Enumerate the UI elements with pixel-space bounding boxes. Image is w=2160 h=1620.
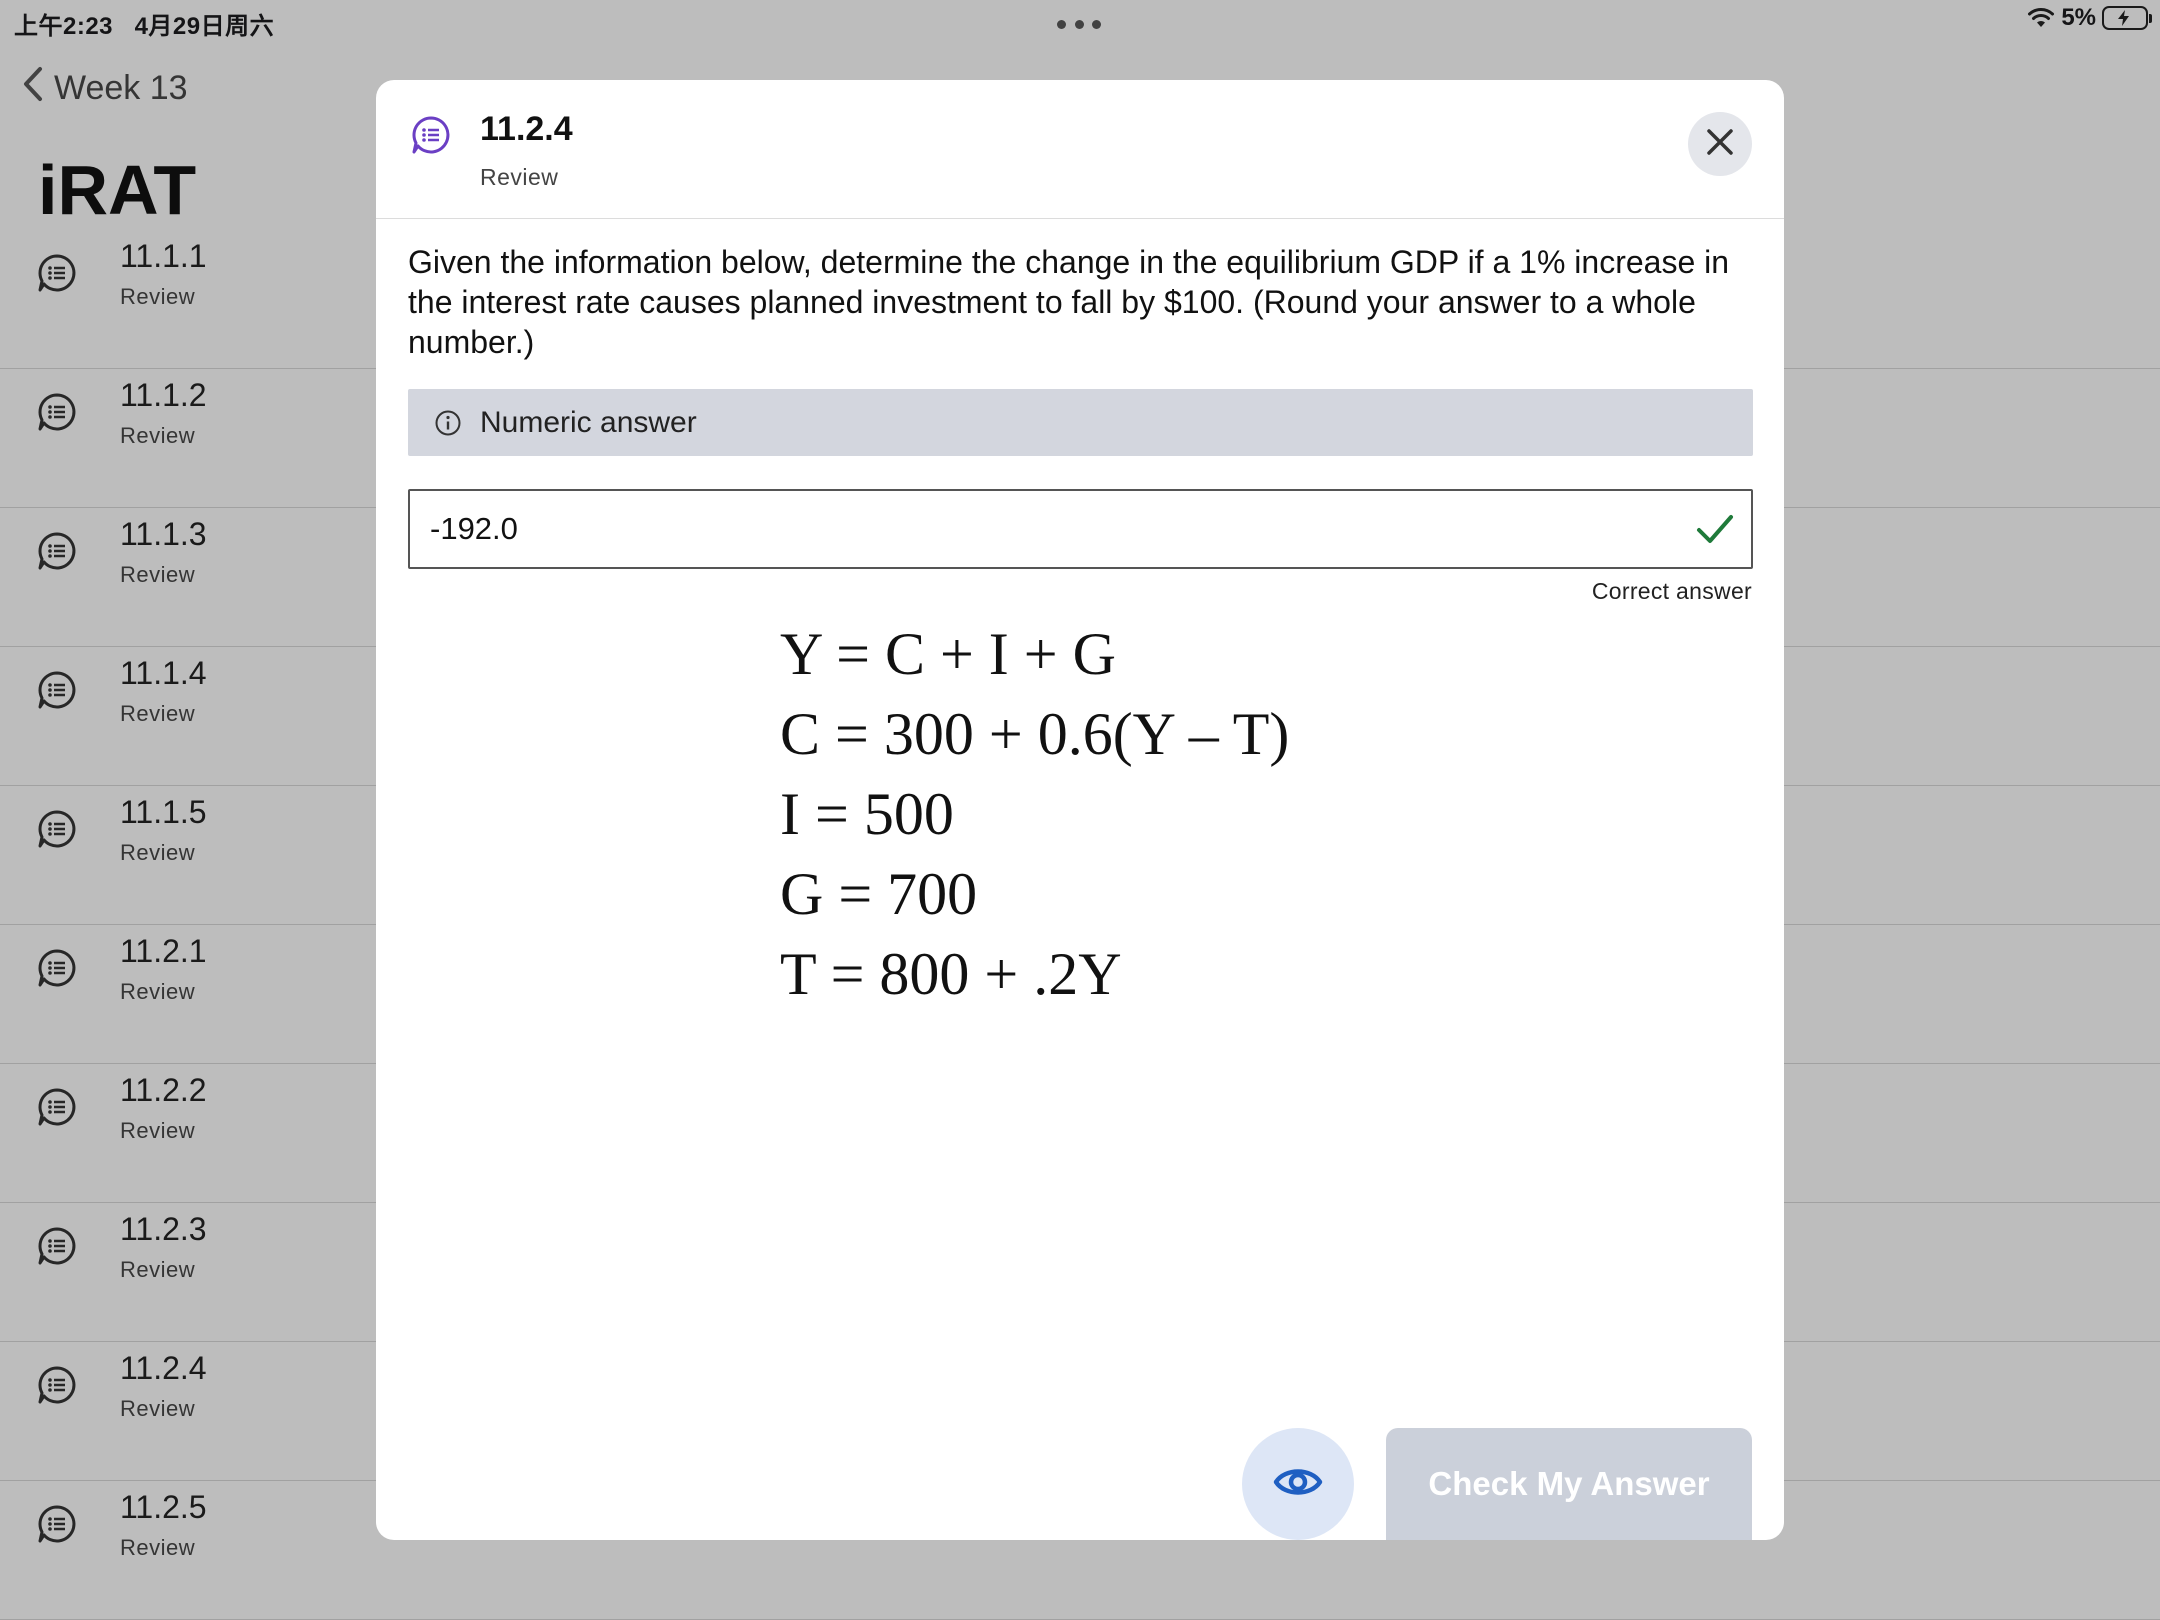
chat-list-icon bbox=[410, 114, 452, 161]
info-icon bbox=[434, 409, 462, 437]
equation-line: Y = C + I + G bbox=[780, 621, 1116, 687]
equation-line: I = 500 bbox=[780, 781, 954, 847]
equation-line: G = 700 bbox=[780, 861, 978, 927]
answer-type-banner: Numeric answer bbox=[408, 389, 1753, 456]
question-text: Given the information below, determine t… bbox=[408, 244, 1730, 360]
close-button[interactable] bbox=[1688, 112, 1752, 176]
equation-line: C = 300 + 0.6(Y – T) bbox=[780, 701, 1290, 767]
check-answer-button[interactable]: Check My Answer bbox=[1386, 1428, 1752, 1540]
eye-icon bbox=[1273, 1465, 1323, 1504]
modal-subtitle: Review bbox=[480, 164, 559, 190]
question-modal: 11.2.4 Review Given the information belo… bbox=[376, 80, 1784, 1540]
answer-type-label: Numeric answer bbox=[480, 405, 697, 439]
reveal-answer-button[interactable] bbox=[1242, 1428, 1354, 1540]
answer-value: -192.0 bbox=[430, 511, 518, 546]
answer-input[interactable]: -192.0 bbox=[408, 489, 1753, 569]
correct-answer-feedback: Correct answer bbox=[1591, 578, 1752, 604]
modal-header: 11.2.4 Review bbox=[376, 80, 1784, 219]
equation-line: T = 800 + .2Y bbox=[780, 941, 1122, 1007]
equations-image: Y = C + I + G C = 300 + 0.6(Y – T) I = 5… bbox=[780, 614, 1289, 1014]
checkmark-icon bbox=[1695, 512, 1735, 546]
modal-title: 11.2.4 bbox=[480, 110, 573, 148]
close-icon bbox=[1705, 127, 1735, 162]
